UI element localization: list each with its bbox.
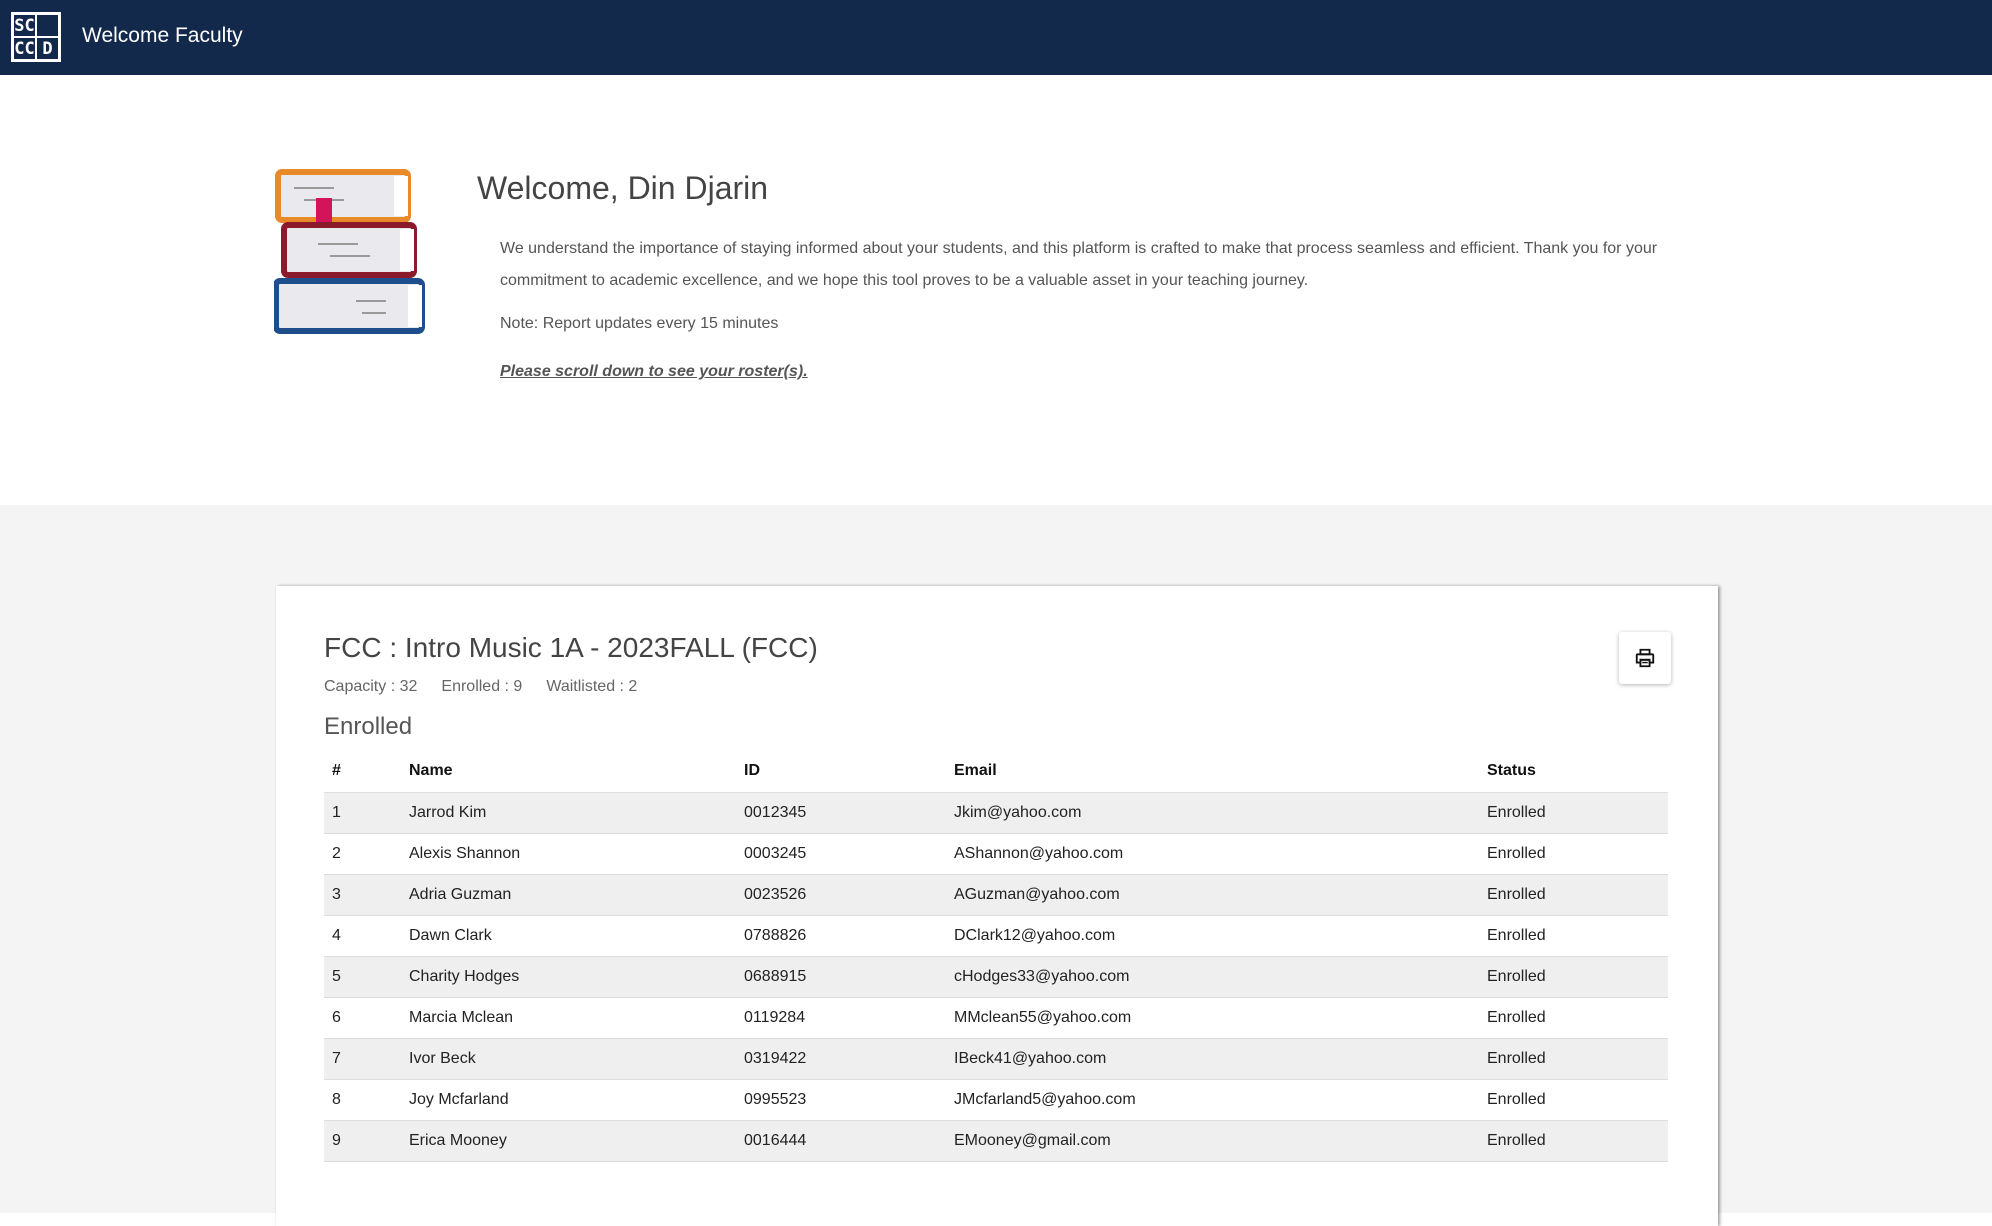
printer-icon [1635,648,1655,668]
table-row: 1 Jarrod Kim 0012345 Jkim@yahoo.com Enro… [324,792,1668,834]
student-status: Enrolled [1479,997,1668,1039]
student-id: 0319422 [736,1038,946,1080]
course-stats: Capacity : 32 Enrolled : 9 Waitlisted : … [324,678,637,696]
student-name: Charity Hodges [401,956,736,998]
logo-quadrant: SC [14,15,35,36]
row-number: 4 [324,915,401,957]
row-number: 2 [324,833,401,875]
student-id: 0788826 [736,915,946,957]
column-header-name[interactable]: Name [401,751,736,793]
logo-quadrant [37,15,58,36]
print-button[interactable] [1619,632,1671,684]
student-email: MMclean55@yahoo.com [946,997,1479,1039]
student-status: Enrolled [1479,1079,1668,1121]
column-header-id[interactable]: ID [736,751,946,793]
table-row: 4 Dawn Clark 0788826 DClark12@yahoo.com … [324,915,1668,957]
student-status: Enrolled [1479,956,1668,998]
student-status: Enrolled [1479,833,1668,875]
student-id: 0995523 [736,1079,946,1121]
row-number: 7 [324,1038,401,1080]
welcome-heading: Welcome, Din Djarin [477,170,769,206]
student-status: Enrolled [1479,1038,1668,1080]
welcome-message: We understand the importance of staying … [500,240,1658,289]
books-icon [274,169,425,334]
student-id: 0016444 [736,1120,946,1162]
row-number: 3 [324,874,401,916]
student-status: Enrolled [1479,1120,1668,1162]
student-email: DClark12@yahoo.com [946,915,1479,957]
student-status: Enrolled [1479,915,1668,957]
welcome-section: Welcome, Din Djarin We understand the im… [0,75,1992,505]
waitlisted-stat: Waitlisted : 2 [546,678,638,695]
table-row: 7 Ivor Beck 0319422 IBeck41@yahoo.com En… [324,1038,1668,1080]
table-row: 5 Charity Hodges 0688915 cHodges33@yahoo… [324,956,1668,998]
table-row: 9 Erica Mooney 0016444 EMooney@gmail.com… [324,1120,1668,1162]
table-header-row: # Name ID Email Status [324,751,1668,793]
column-header-number[interactable]: # [324,751,401,793]
student-email: Jkim@yahoo.com [946,792,1479,834]
student-id: 0003245 [736,833,946,875]
course-title: FCC : Intro Music 1A - 2023FALL (FCC) [324,632,818,663]
logo-quadrant: CC [14,38,35,59]
student-status: Enrolled [1479,874,1668,916]
update-note: Note: Report updates every 15 minutes [500,315,779,332]
student-id: 0688915 [736,956,946,998]
student-name: Alexis Shannon [401,833,736,875]
row-number: 5 [324,956,401,998]
scroll-to-roster-link[interactable]: Please scroll down to see your roster(s)… [500,363,808,381]
enrolled-stat: Enrolled : 9 [441,678,523,695]
table-row: 8 Joy Mcfarland 0995523 JMcfarland5@yaho… [324,1079,1668,1121]
student-email: cHodges33@yahoo.com [946,956,1479,998]
student-email: AShannon@yahoo.com [946,833,1479,875]
capacity-stat: Capacity : 32 [324,678,418,695]
table-row: 6 Marcia Mclean 0119284 MMclean55@yahoo.… [324,997,1668,1039]
college-logo[interactable]: SC CC D [11,12,61,62]
student-id: 0012345 [736,792,946,834]
student-id: 0119284 [736,997,946,1039]
student-name: Jarrod Kim [401,792,736,834]
enrolled-section-title: Enrolled [324,713,413,740]
student-status: Enrolled [1479,792,1668,834]
student-name: Adria Guzman [401,874,736,916]
student-name: Erica Mooney [401,1120,736,1162]
table-row: 3 Adria Guzman 0023526 AGuzman@yahoo.com… [324,874,1668,916]
student-name: Marcia Mclean [401,997,736,1039]
student-id: 0023526 [736,874,946,916]
row-number: 8 [324,1079,401,1121]
row-number: 6 [324,997,401,1039]
table-row: 2 Alexis Shannon 0003245 AShannon@yahoo.… [324,833,1668,875]
student-email: IBeck41@yahoo.com [946,1038,1479,1080]
enrolled-table: # Name ID Email Status 1 Jarrod Kim 0012… [324,751,1668,1162]
app-title: Welcome Faculty [82,24,243,47]
roster-card: FCC : Intro Music 1A - 2023FALL (FCC) Ca… [276,586,1718,1226]
logo-quadrant: D [37,38,58,59]
student-email: JMcfarland5@yahoo.com [946,1079,1479,1121]
column-header-status[interactable]: Status [1479,751,1668,793]
top-bar: SC CC D Welcome Faculty [0,0,1992,75]
student-name: Dawn Clark [401,915,736,957]
student-email: EMooney@gmail.com [946,1120,1479,1162]
student-email: AGuzman@yahoo.com [946,874,1479,916]
column-header-email[interactable]: Email [946,751,1479,793]
row-number: 9 [324,1120,401,1162]
row-number: 1 [324,792,401,834]
student-name: Ivor Beck [401,1038,736,1080]
student-name: Joy Mcfarland [401,1079,736,1121]
